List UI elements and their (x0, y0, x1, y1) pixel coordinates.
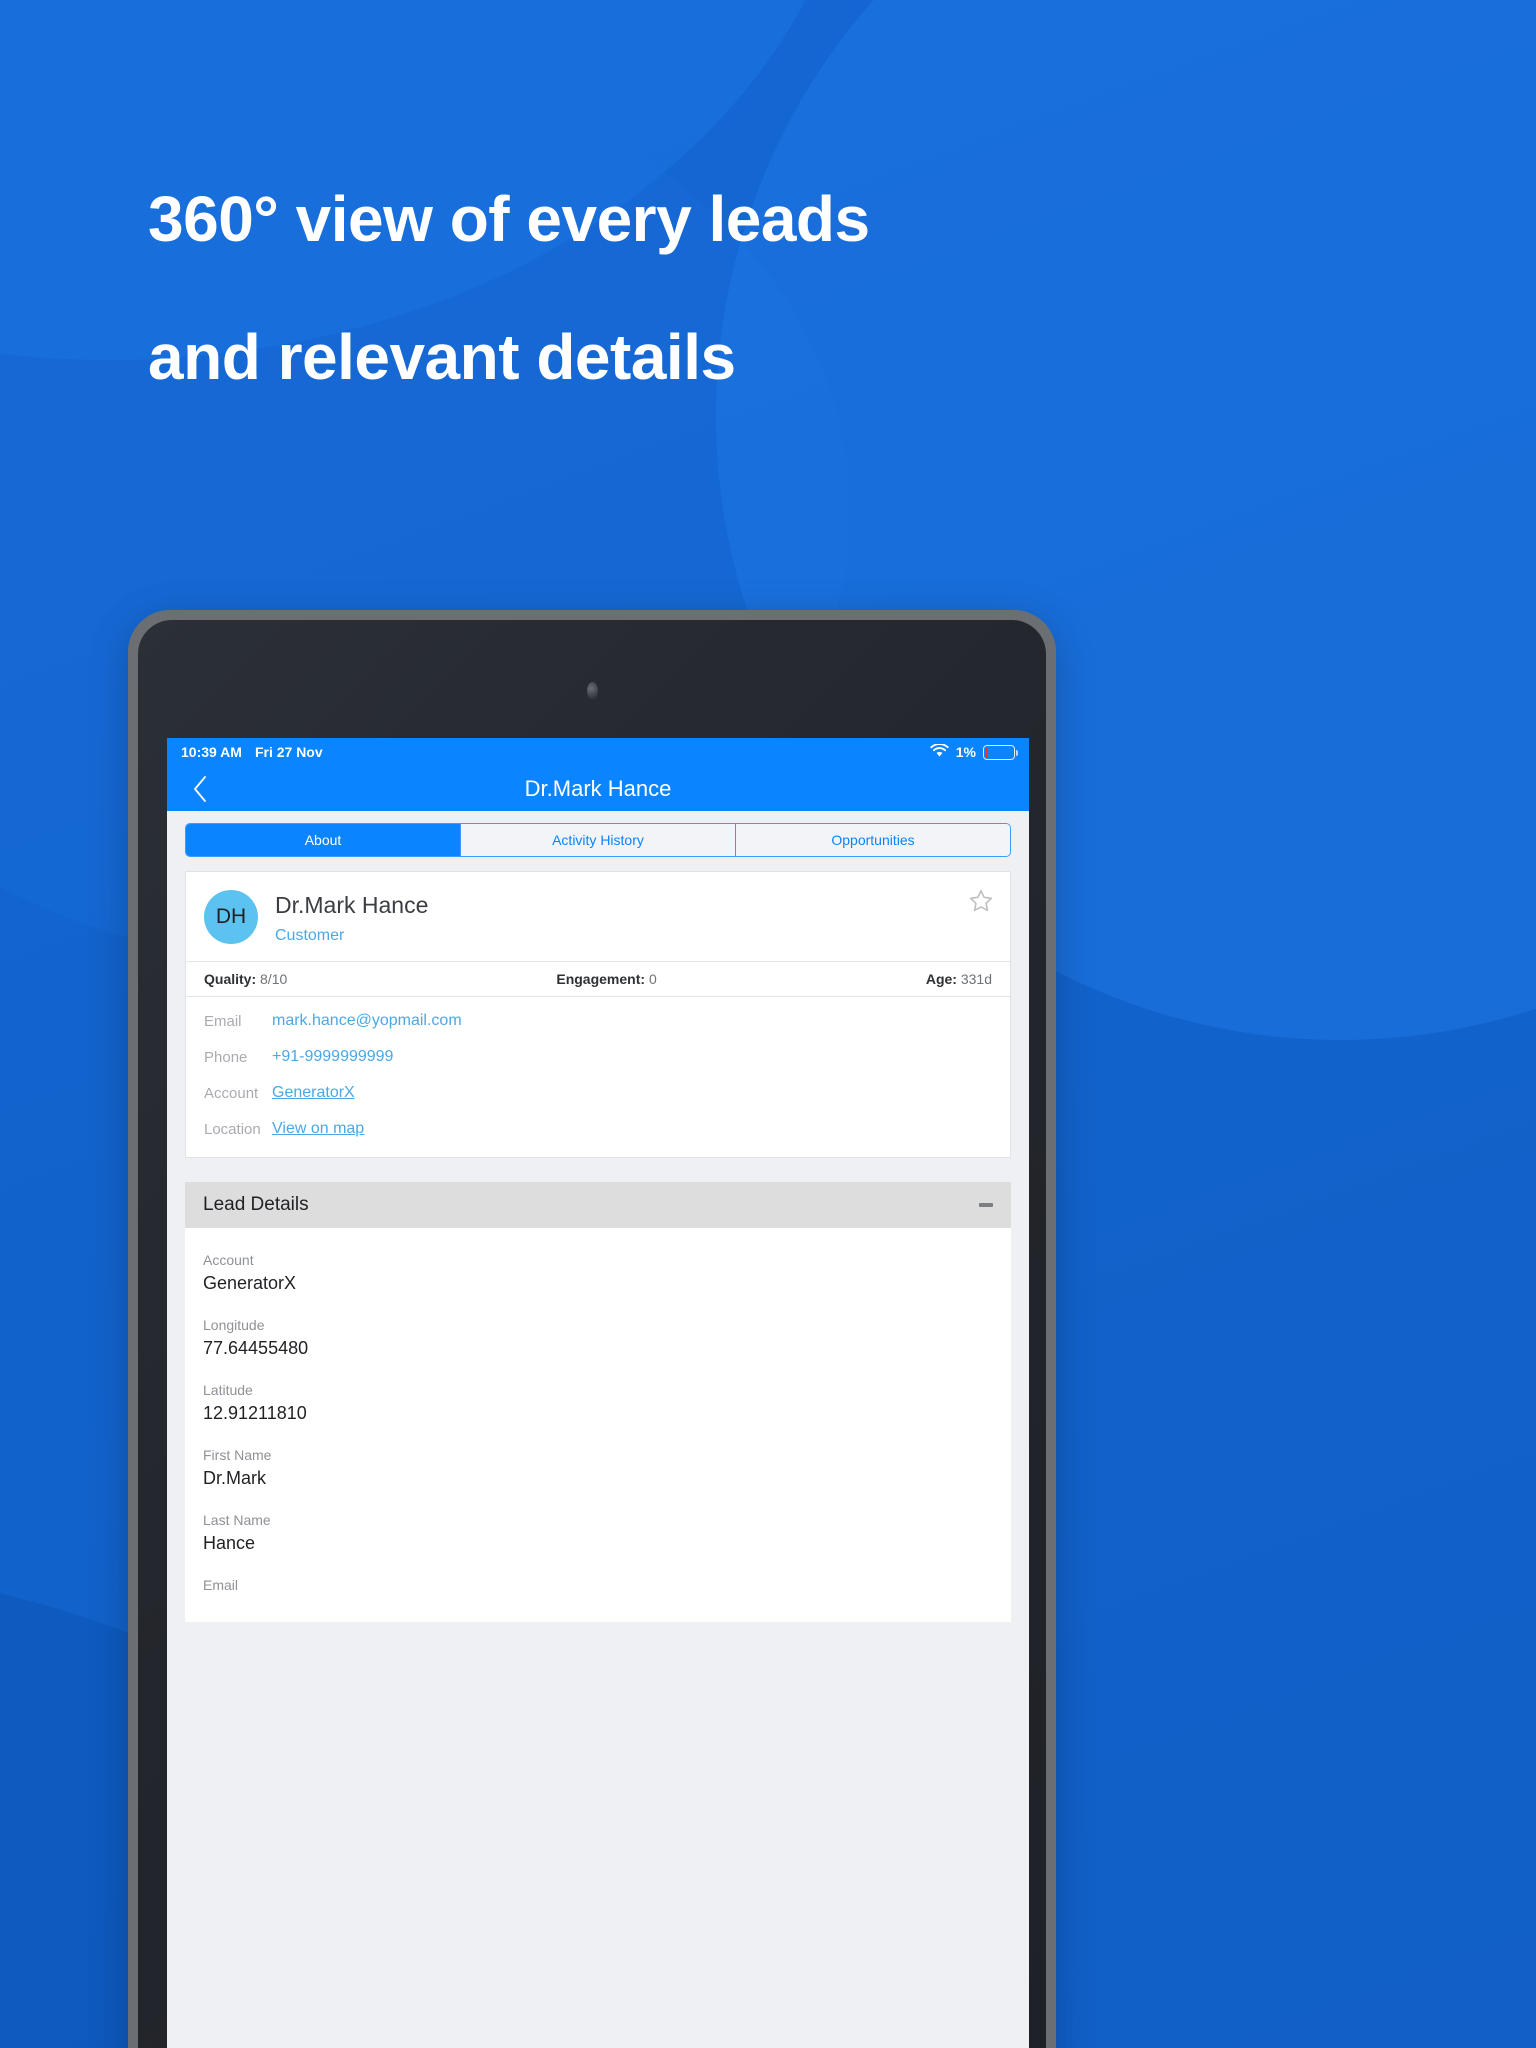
promo-screenshot: 360° view of every leads and relevant de… (0, 0, 1536, 2048)
battery-percent-label: 1% (955, 744, 976, 760)
lead-details-section: Lead Details Account GeneratorX Longitud… (185, 1182, 1011, 1623)
field-label-first-name: First Name (203, 1447, 272, 1464)
back-button[interactable] (177, 766, 223, 811)
lead-details-header[interactable]: Lead Details (185, 1182, 1011, 1229)
profile-metrics: Quality: 8/10 Engagement: 0 Age: 331d (186, 961, 1010, 998)
field-value-longitude: 77.64455480 (203, 1338, 309, 1359)
field-label-latitude: Latitude (203, 1382, 253, 1399)
field-value-latitude: 12.91211810 (203, 1403, 307, 1424)
tablet-device-frame: 10:39 AM Fri 27 Nov 1% Dr.Mark Hance Abo… (128, 610, 1056, 2048)
tablet-bezel: 10:39 AM Fri 27 Nov 1% Dr.Mark Hance Abo… (138, 620, 1046, 2048)
status-bar-date: Fri 27 Nov (254, 744, 323, 760)
field-account: Account GeneratorX (203, 1252, 993, 1294)
profile-info-rows: Email mark.hance@yopmail.com Phone +91-9… (186, 997, 1010, 1157)
metric-engagement: Engagement: 0 (287, 971, 926, 987)
profile-identity: Dr.Mark Hance Customer (275, 890, 428, 945)
lead-details-body: Account GeneratorX Longitude 77.64455480… (185, 1228, 1011, 1623)
info-row-phone: Phone +91-9999999999 (186, 1039, 1010, 1075)
field-label-longitude: Longitude (203, 1317, 265, 1334)
view-on-map-link[interactable]: View on map (272, 1120, 364, 1138)
profile-role[interactable]: Customer (275, 927, 428, 945)
headline-line-1: 360° view of every leads (148, 183, 870, 255)
metric-quality-value: 8/10 (260, 971, 288, 988)
status-bar-indicators: 1% (930, 742, 1018, 761)
status-bar-time: 10:39 AM (181, 744, 242, 760)
field-first-name: First Name Dr.Mark (203, 1447, 993, 1489)
nav-bar: Dr.Mark Hance (167, 766, 1029, 811)
info-value-email[interactable]: mark.hance@yopmail.com (272, 1012, 462, 1030)
field-latitude: Latitude 12.91211810 (203, 1382, 993, 1424)
lead-details-title: Lead Details (203, 1194, 309, 1216)
field-last-name: Last Name Hance (203, 1512, 993, 1554)
info-value-phone[interactable]: +91-9999999999 (272, 1048, 393, 1066)
metric-quality: Quality: 8/10 (204, 971, 287, 987)
field-email: Email (203, 1577, 993, 1593)
info-row-location: Location View on map (186, 1111, 1010, 1147)
chevron-left-icon (194, 775, 206, 802)
wifi-icon (930, 742, 949, 761)
profile-card-header: DH Dr.Mark Hance Customer (186, 872, 1010, 961)
field-value-first-name: Dr.Mark (203, 1468, 266, 1489)
minus-icon[interactable] (979, 1203, 993, 1208)
tab-bar-container: About Activity History Opportunities (167, 811, 1029, 871)
headline-line-2: and relevant details (148, 321, 736, 393)
metric-age-label: Age: (925, 971, 957, 988)
tab-about[interactable]: About (186, 824, 460, 856)
promo-headline: 360° view of every leads and relevant de… (148, 150, 1328, 426)
page-title: Dr.Mark Hance (524, 775, 672, 801)
profile-card: DH Dr.Mark Hance Customer Quality: 8/10 … (185, 871, 1011, 1159)
info-label-phone: Phone (204, 1048, 248, 1066)
info-label-location: Location (204, 1120, 261, 1138)
battery-icon (983, 744, 1018, 760)
tab-activity-history[interactable]: Activity History (460, 824, 735, 856)
info-label-account: Account (204, 1084, 259, 1102)
metric-engagement-label: Engagement: (556, 971, 646, 988)
app-screen: 10:39 AM Fri 27 Nov 1% Dr.Mark Hance Abo… (167, 738, 1029, 2048)
info-row-account: Account GeneratorX (186, 1075, 1010, 1111)
tab-content-about: DH Dr.Mark Hance Customer Quality: 8/10 … (167, 871, 1029, 2048)
front-camera-icon (587, 682, 598, 700)
info-value-account-link[interactable]: GeneratorX (272, 1084, 355, 1102)
info-row-email: Email mark.hance@yopmail.com (186, 1003, 1010, 1039)
battery-fill (985, 746, 988, 758)
field-label-account: Account (203, 1252, 254, 1269)
field-label-last-name: Last Name (203, 1512, 271, 1529)
metric-engagement-value: 0 (648, 971, 657, 988)
field-longitude: Longitude 77.64455480 (203, 1317, 993, 1359)
avatar: DH (204, 890, 258, 944)
info-label-email: Email (204, 1012, 242, 1030)
metric-age-value: 331d (960, 971, 992, 988)
field-value-last-name: Hance (203, 1533, 256, 1554)
status-bar: 10:39 AM Fri 27 Nov 1% (167, 738, 1029, 766)
favorite-button[interactable] (968, 888, 994, 914)
tab-opportunities[interactable]: Opportunities (735, 824, 1010, 856)
star-outline-icon (969, 890, 993, 912)
metric-quality-label: Quality: (204, 971, 257, 988)
metric-age: Age: 331d (926, 971, 992, 987)
field-label-email: Email (203, 1577, 239, 1594)
field-value-account: GeneratorX (203, 1273, 297, 1294)
segmented-tab-bar: About Activity History Opportunities (185, 823, 1011, 857)
profile-name: Dr.Mark Hance (275, 892, 429, 918)
